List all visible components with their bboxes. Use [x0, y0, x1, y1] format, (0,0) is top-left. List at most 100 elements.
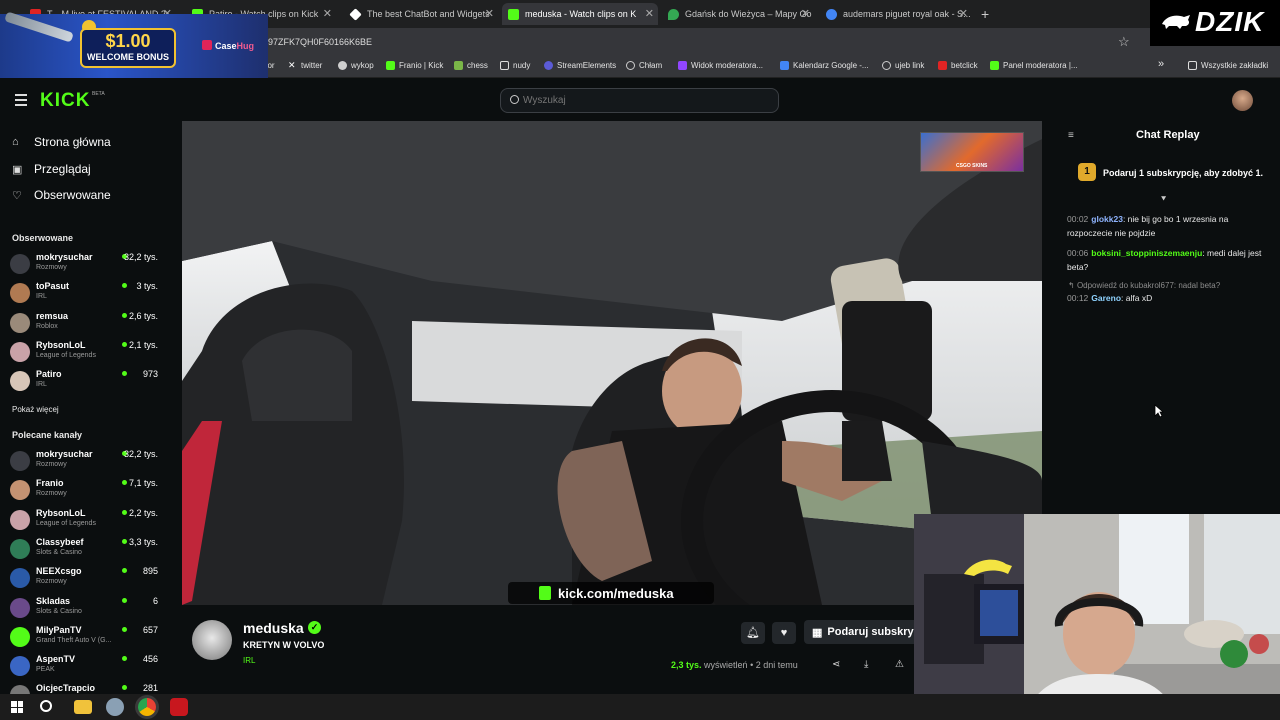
download-icon[interactable]: ⤓ [864, 659, 868, 670]
live-dot-icon [122, 685, 127, 691]
browser-tab-5[interactable]: Gdańsk do Wieżyca – Mapy Go ✕ [662, 3, 814, 25]
channel-row[interactable]: remsua Roblox 2,6 tys. [10, 311, 160, 339]
channel-row[interactable]: toPasut IRL 3 tys. [10, 281, 160, 309]
url-field[interactable]: 97ZFK7QH0F60166K6BE [268, 37, 372, 47]
gift-subscription-button[interactable]: ▦ Podaruj subskrypcję [804, 620, 914, 644]
show-more-link[interactable]: Pokaż więcej [12, 405, 59, 414]
channel-name: Franio [36, 478, 64, 489]
live-dot-icon [122, 283, 127, 289]
channel-category: Roblox [36, 322, 58, 330]
nav-label: Przeglądaj [34, 162, 91, 176]
browser-tab-6[interactable]: audemars piguet royal oak - S... ✕ [820, 3, 972, 25]
channel-row[interactable]: RybsonLoL League of Legends 2,1 tys. [10, 340, 160, 368]
app-red-icon[interactable] [170, 698, 188, 716]
bell-icon: 🔔︎ [746, 627, 760, 639]
channel-category: PEAK [36, 666, 55, 674]
close-tab-icon[interactable]: ✕ [801, 7, 810, 20]
channel-category: League of Legends [36, 519, 96, 527]
close-tab-icon[interactable]: ✕ [323, 7, 332, 20]
bookmark-ujeb-link[interactable]: ujeb link [882, 61, 924, 70]
channel-category: Slots & Casino [36, 607, 82, 615]
webcam-overlay [914, 514, 1280, 720]
message-user[interactable]: Gareno [1091, 293, 1121, 303]
bookmark-label: Widok moderatora... [691, 61, 764, 70]
kick-favicon-icon [508, 8, 519, 20]
user-avatar[interactable] [1232, 90, 1253, 111]
bookmark-franio[interactable]: Franio | Kick [386, 61, 443, 70]
channel-row[interactable]: Classybeef Slots & Casino 3,3 tys. [10, 537, 160, 565]
live-dot-icon [122, 568, 127, 574]
search-icon[interactable] [40, 700, 52, 712]
bookmark-label: twitter [301, 61, 323, 70]
notification-bell-button[interactable]: 🔔︎ [741, 622, 765, 644]
file-explorer-icon[interactable] [74, 700, 92, 714]
browser-tab-4-active[interactable]: meduska - Watch clips on K ✕ [502, 3, 658, 25]
chrome-icon[interactable] [138, 698, 156, 716]
close-tab-icon[interactable]: ✕ [959, 7, 968, 20]
channel-row[interactable]: mokrysuchar Rozmowy 32,2 tys. [10, 252, 160, 280]
follow-heart-button[interactable]: ♥ [772, 622, 796, 644]
sub-goal-text[interactable]: Podaruj 1 subskrypcję, aby zdobyć 1. [1103, 168, 1263, 178]
bookmark-betclick[interactable]: betclick [938, 61, 978, 70]
ad-brand-a: Case [215, 41, 237, 51]
bookmark-wykop[interactable]: wykop [338, 61, 374, 70]
search-input[interactable] [523, 95, 763, 106]
video-player[interactable] [182, 121, 1042, 605]
channel-avatar [10, 509, 30, 530]
live-dot-icon [122, 597, 127, 603]
channel-avatar [10, 597, 30, 618]
collapse-chat-icon[interactable]: ≡ [1068, 130, 1074, 141]
kick-logo[interactable]: KICK [40, 90, 90, 112]
all-bookmarks-folder[interactable]: Wszystkie zakładki [1188, 61, 1268, 70]
channel-avatar[interactable] [192, 620, 232, 660]
channel-row[interactable]: mokrysuchar Rozmowy 32,2 tys. [10, 449, 160, 477]
bookmark-chess[interactable]: chess [454, 61, 488, 70]
nav-home[interactable]: ⌂ Strona główna [12, 135, 111, 149]
app-icon[interactable] [106, 698, 124, 716]
report-icon[interactable]: ⚠ [895, 659, 904, 670]
promo-label: CSGO SKINS [956, 163, 988, 169]
channel-row[interactable]: Skladas Slots & Casino 6 [10, 596, 160, 624]
channel-row[interactable]: MilyPanTV Grand Theft Auto V (G... 657 [10, 625, 160, 653]
kick-favicon-icon [386, 61, 395, 70]
reply-arrow-icon: ↰ [1068, 281, 1077, 290]
close-tab-icon[interactable]: ✕ [645, 7, 654, 20]
viewer-count: 6 [152, 595, 158, 606]
nav-following[interactable]: ♡ Obserwowane [12, 188, 111, 202]
channel-row[interactable]: NEEXcsgo Rozmowy 895 [10, 566, 160, 594]
channel-row[interactable]: RybsonLoL League of Legends 2,2 tys. [10, 508, 160, 536]
bookmark-chlam[interactable]: Chłam [626, 61, 662, 70]
channel-row[interactable]: AspenTV PEAK 456 [10, 654, 160, 682]
more-bookmarks-button[interactable]: » [1158, 58, 1164, 70]
windows-start-icon[interactable] [8, 698, 26, 716]
message-user[interactable]: boksini_stoppiniszemaenju [1091, 248, 1202, 258]
viewer-count: 281 [142, 683, 158, 694]
pinned-expand-icon[interactable]: ⯆ [1160, 194, 1167, 205]
channel-row[interactable]: Patiro IRL 973 [10, 369, 160, 397]
new-tab-button[interactable]: + [981, 6, 989, 22]
channel-category: Rozmowy [36, 490, 67, 498]
nav-browse[interactable]: ▣ Przeglądaj [12, 162, 91, 176]
clip-category[interactable]: IRL [243, 656, 255, 665]
message-user[interactable]: glokk23 [1091, 214, 1123, 224]
bookmark-label: nudy [513, 61, 531, 70]
bookmark-moderator-view[interactable]: Widok moderatora... [678, 61, 763, 70]
bookmark-twitter[interactable]: ✕ twitter [288, 61, 323, 71]
browser-tab-3[interactable]: The best ChatBot and Widgets ✕ [344, 3, 498, 25]
bookmark-nudy[interactable]: nudy [500, 61, 530, 70]
share-icon[interactable]: ⋖ [832, 659, 840, 670]
clip-channel-name[interactable]: meduska [243, 620, 304, 636]
views-count: 2,3 tys. [671, 660, 702, 670]
channel-row[interactable]: Franio Rozmowy 7,1 tys. [10, 478, 160, 506]
bookmark-star-icon[interactable]: ☆ [1118, 34, 1130, 50]
kick-url-text: kick.com/meduska [558, 586, 674, 601]
bookmark-moderator-panel[interactable]: Panel moderatora |... [990, 61, 1078, 70]
channel-category: Rozmowy [36, 578, 67, 586]
channel-name: RybsonLoL [36, 339, 86, 350]
streamelements-icon [544, 61, 553, 70]
menu-icon[interactable] [15, 94, 27, 106]
close-tab-icon[interactable]: ✕ [485, 7, 494, 20]
bookmark-google-calendar[interactable]: Kalendarz Google -... [780, 61, 869, 70]
bookmark-streamelements[interactable]: StreamElements [544, 61, 616, 70]
folder-icon [500, 61, 509, 70]
